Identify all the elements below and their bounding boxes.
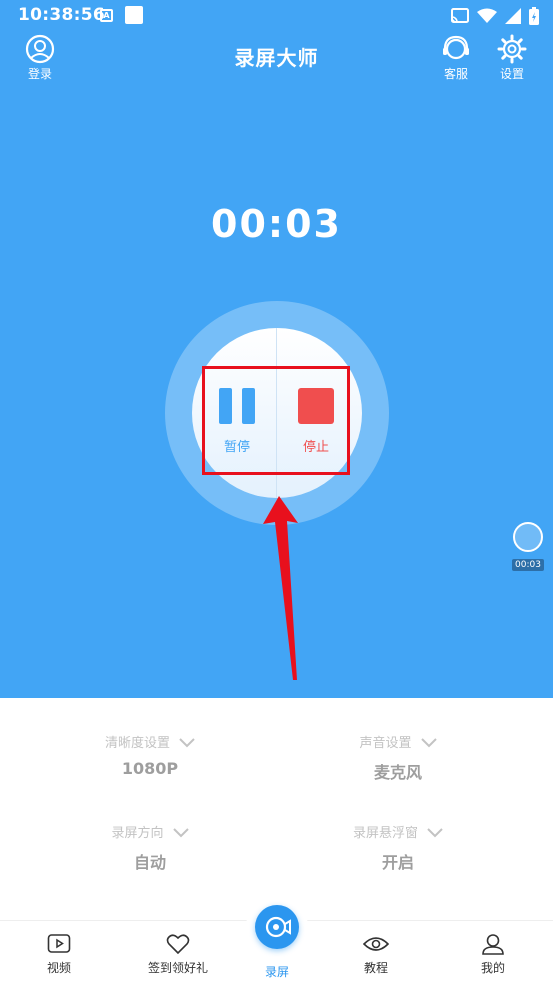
- service-label: 客服: [443, 67, 468, 81]
- headset-icon: [443, 35, 469, 60]
- highlight-box: [202, 366, 350, 475]
- orientation-label: 录屏方向: [111, 826, 164, 841]
- quality-value: 1080P: [121, 759, 179, 778]
- nav-video[interactable]: 视频: [14, 933, 104, 976]
- floating-window-value: 开启: [381, 853, 414, 872]
- orientation-value: 自动: [133, 853, 166, 872]
- audio-value: 麦克风: [373, 763, 422, 782]
- status-bar: 10:38:56 A: [0, 0, 553, 32]
- chevron-down-icon: [172, 827, 189, 837]
- nav-mine[interactable]: 我的: [448, 933, 538, 976]
- settings-label: 设置: [499, 67, 524, 81]
- settings-button[interactable]: 设置: [486, 34, 538, 82]
- customer-service-button[interactable]: 客服: [430, 34, 482, 82]
- battery-icon: [529, 7, 539, 25]
- annotation-arrow: [263, 496, 298, 680]
- quality-label: 清晰度设置: [104, 736, 170, 751]
- user-icon: [482, 934, 504, 955]
- nav-mine-label: 我的: [480, 961, 505, 975]
- settings-panel: 清晰度设置 1080P 声音设置 麦克风 录屏方向 自动 录屏悬浮窗 开启: [0, 698, 553, 920]
- accessibility-a-icon: A: [100, 9, 113, 22]
- quality-setting[interactable]: 清晰度设置 1080P: [50, 732, 250, 778]
- heart-icon: [166, 934, 190, 955]
- eye-icon: [363, 937, 389, 951]
- cast-icon: [451, 8, 469, 23]
- chevron-down-icon: [420, 737, 437, 747]
- floating-window-setting[interactable]: 录屏悬浮窗 开启: [298, 822, 498, 873]
- wifi-icon: [477, 8, 497, 23]
- status-icons: [451, 6, 539, 26]
- signal-icon: [505, 8, 521, 24]
- orientation-setting[interactable]: 录屏方向 自动: [50, 822, 250, 873]
- gear-icon: [497, 34, 527, 64]
- status-time: 10:38:56: [18, 5, 105, 25]
- nav-tutorial[interactable]: 教程: [331, 933, 421, 976]
- recording-timer: 00:03: [211, 202, 342, 246]
- nav-record-button[interactable]: [255, 905, 299, 949]
- nav-video-label: 视频: [46, 961, 71, 975]
- floating-window-label: 录屏悬浮窗: [352, 826, 418, 841]
- nav-checkin[interactable]: 签到领好礼: [133, 933, 223, 976]
- floating-circle-icon: [513, 522, 543, 552]
- chevron-down-icon: [427, 827, 443, 837]
- record-camera-icon: [265, 916, 291, 938]
- audio-label: 声音设置: [359, 736, 412, 751]
- floating-time: 00:03: [512, 559, 544, 571]
- floating-recorder-widget[interactable]: 00:03: [511, 522, 545, 571]
- nav-record-label[interactable]: 录屏: [237, 963, 317, 980]
- audio-setting[interactable]: 声音设置 麦克风: [298, 732, 498, 783]
- notification-square-icon: [125, 6, 143, 24]
- video-play-icon: [47, 934, 71, 953]
- nav-tutorial-label: 教程: [363, 961, 388, 975]
- chevron-down-icon: [179, 737, 195, 747]
- nav-checkin-label: 签到领好礼: [147, 961, 208, 975]
